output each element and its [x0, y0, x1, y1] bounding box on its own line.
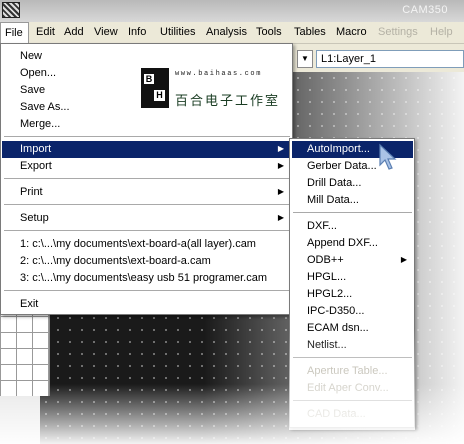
menu-view[interactable]: View	[94, 26, 118, 38]
logo-url: www.baihaas.com	[175, 70, 263, 78]
submenu-item-mill-data[interactable]: Mill Data...	[292, 192, 413, 209]
submenu-item-cad-data[interactable]: CAD Data...	[292, 406, 413, 423]
menu-item-recent-2[interactable]: 2: c:\...\my documents\ext-board-a.cam	[2, 253, 292, 270]
menu-item-setup[interactable]: Setup ▶	[2, 210, 292, 227]
submenu-item-edit-aper-conv[interactable]: Edit Aper Conv...	[292, 380, 413, 397]
menu-item-new[interactable]: New	[2, 48, 292, 65]
watermark-logo: B H www.baihaas.com 百合电子工作室	[141, 68, 281, 112]
mouse-cursor-icon	[379, 143, 397, 170]
menu-separator	[4, 230, 290, 232]
menu-separator	[293, 212, 412, 214]
menu-separator	[4, 290, 290, 292]
import-submenu: AutoImport... Gerber Data... Drill Data.…	[289, 138, 415, 428]
menu-macro[interactable]: Macro	[336, 26, 367, 38]
menu-bar: File Edit Add View Info Utilities Analys…	[0, 22, 464, 44]
submenu-item-hpgl[interactable]: HPGL...	[292, 269, 413, 286]
menu-separator	[4, 136, 290, 138]
logo-mark: B H	[141, 68, 169, 108]
menu-separator	[293, 400, 412, 402]
submenu-item-dxf[interactable]: DXF...	[292, 218, 413, 235]
menu-settings[interactable]: Settings	[378, 26, 418, 38]
menu-tables[interactable]: Tables	[294, 26, 326, 38]
menu-item-recent-3[interactable]: 3: c:\...\my documents\easy usb 51 progr…	[2, 270, 292, 287]
submenu-item-ecam-dsn[interactable]: ECAM dsn...	[292, 320, 413, 337]
submenu-arrow-icon: ▶	[277, 187, 284, 196]
submenu-item-append-dxf[interactable]: Append DXF...	[292, 235, 413, 252]
submenu-arrow-icon: ▶	[277, 161, 284, 170]
app-icon[interactable]	[2, 2, 20, 18]
submenu-item-drill-data[interactable]: Drill Data...	[292, 175, 413, 192]
menu-analysis[interactable]: Analysis	[206, 26, 247, 38]
logo-chinese-text: 百合电子工作室	[175, 93, 281, 108]
menu-item-print[interactable]: Print ▶	[2, 184, 292, 201]
submenu-item-netlist[interactable]: Netlist...	[292, 337, 413, 354]
submenu-arrow-icon: ▶	[277, 213, 284, 222]
submenu-arrow-icon: ▶	[277, 144, 284, 153]
menu-edit[interactable]: Edit	[36, 26, 55, 38]
menu-info[interactable]: Info	[128, 26, 146, 38]
submenu-item-aperture-table[interactable]: Aperture Table...	[292, 363, 413, 380]
submenu-item-odb[interactable]: ODB++ ▶	[292, 252, 413, 269]
layer-dropdown-icon[interactable]: ▼	[297, 50, 313, 68]
menu-file[interactable]: File	[0, 22, 29, 44]
menu-item-merge[interactable]: Merge...	[2, 116, 292, 133]
menu-utilities[interactable]: Utilities	[160, 26, 195, 38]
menu-item-recent-1[interactable]: 1: c:\...\my documents\ext-board-a(all l…	[2, 236, 292, 253]
menu-separator	[293, 357, 412, 359]
menu-tools[interactable]: Tools	[256, 26, 282, 38]
window-title: CAM350	[402, 4, 448, 16]
submenu-item-hpgl2[interactable]: HPGL2...	[292, 286, 413, 303]
layer-select[interactable]: L1:Layer_1	[316, 50, 464, 68]
menu-item-export[interactable]: Export ▶	[2, 158, 292, 175]
menu-add[interactable]: Add	[64, 26, 84, 38]
menu-separator	[4, 204, 290, 206]
menu-item-exit[interactable]: Exit	[2, 296, 292, 313]
submenu-item-ipc-d350[interactable]: IPC-D350...	[292, 303, 413, 320]
menu-separator	[4, 178, 290, 180]
menu-help[interactable]: Help	[430, 26, 453, 38]
submenu-arrow-icon: ▶	[400, 255, 407, 264]
menu-item-import[interactable]: Import ▶	[2, 141, 292, 158]
title-bar: CAM350	[0, 0, 464, 22]
